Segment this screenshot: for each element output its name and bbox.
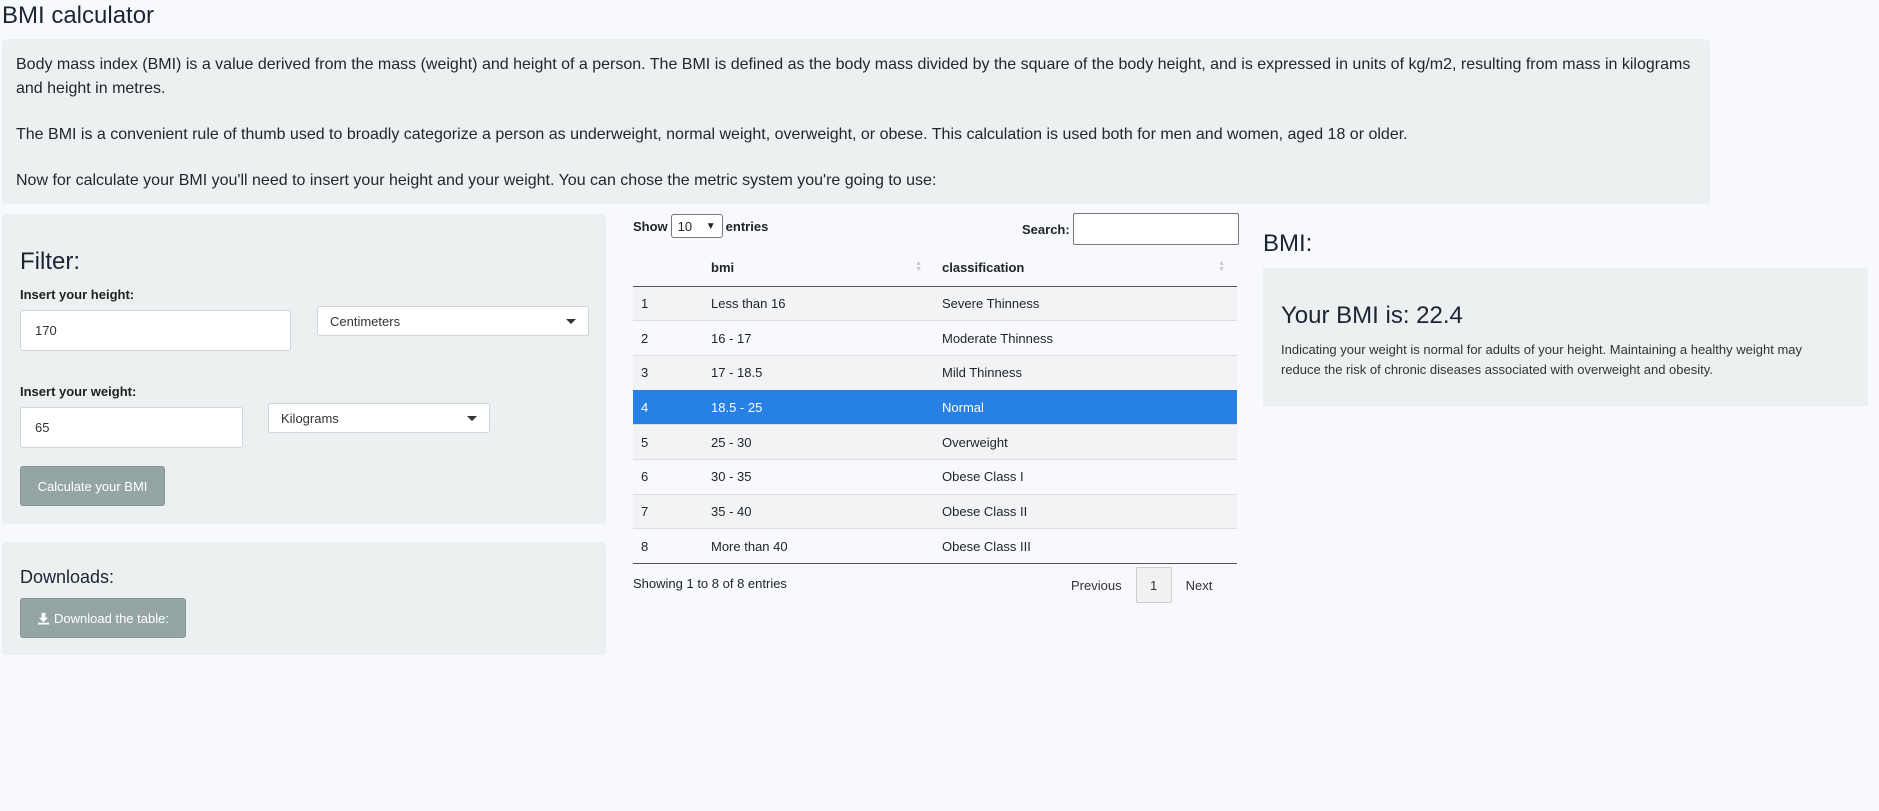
- page-title: BMI calculator: [2, 2, 155, 29]
- row-index: 4: [633, 389, 703, 425]
- page-length-value: 10: [677, 218, 693, 234]
- row-classification: Overweight: [934, 424, 1237, 460]
- bmi-section-title: BMI:: [1263, 230, 1313, 257]
- height-input[interactable]: 170: [20, 310, 291, 351]
- row-classification: Normal: [934, 389, 1237, 425]
- intro-panel: Body mass index (BMI) is a value derived…: [2, 39, 1710, 204]
- bmi-result-description: Indicating your weight is normal for adu…: [1281, 342, 1803, 377]
- row-index: 7: [633, 493, 703, 529]
- height-label: Insert your height:: [20, 287, 135, 302]
- table-row[interactable]: 8 More than 40 Obese Class III: [633, 528, 1237, 564]
- intro-paragraph: Now for calculate your BMI you'll need t…: [16, 172, 937, 189]
- table-length-control: Show 10 ▼ entries: [633, 214, 768, 238]
- page-1-button[interactable]: 1: [1135, 567, 1172, 603]
- column-header-index: [633, 250, 703, 287]
- download-icon: [37, 612, 50, 625]
- search-label: Search:: [1022, 221, 1070, 237]
- row-index: 1: [633, 285, 703, 321]
- row-index: 2: [633, 320, 703, 356]
- column-header-classification[interactable]: classification ▲ ▼: [934, 250, 1237, 287]
- entries-label: entries: [725, 218, 769, 234]
- row-classification: Severe Thinness: [934, 285, 1237, 321]
- downloads-panel: Downloads: Download the table:: [2, 542, 606, 655]
- bmi-table: bmi ▲ ▼ classification ▲ ▼ 1 Less than 16 …: [633, 250, 1237, 564]
- row-bmi: 17 - 18.5: [703, 354, 934, 391]
- row-classification: Obese Class III: [934, 528, 1237, 564]
- table-row[interactable]: 2 16 - 17 Moderate Thinness: [633, 320, 1237, 356]
- caret-down-icon: [566, 318, 576, 324]
- row-bmi: Less than 16: [703, 285, 934, 321]
- column-header-label: classification: [942, 260, 1025, 276]
- row-classification: Obese Class II: [934, 493, 1237, 529]
- row-index: 5: [633, 424, 703, 460]
- pagination: Previous 1 Next: [1063, 567, 1220, 603]
- search-input[interactable]: [1072, 213, 1239, 245]
- weight-input[interactable]: 65: [20, 407, 243, 448]
- filter-panel: Filter: Insert your height: 170 Centimet…: [2, 214, 606, 524]
- height-unit-select[interactable]: Centimeters: [317, 306, 589, 336]
- chevron-down-icon: ▼: [705, 220, 716, 232]
- next-page-button[interactable]: Next: [1178, 567, 1221, 603]
- sort-icon: ▲ ▼: [915, 260, 922, 273]
- bmi-result-panel: Your BMI is: 22.4 Indicating your weight…: [1263, 268, 1868, 406]
- row-index: 8: [633, 528, 703, 564]
- calculate-button[interactable]: Calculate your BMI: [20, 466, 165, 506]
- table-info: Showing 1 to 8 of 8 entries: [633, 576, 787, 591]
- weight-unit-select[interactable]: Kilograms: [268, 403, 490, 433]
- table-row[interactable]: 7 35 - 40 Obese Class II: [633, 493, 1237, 529]
- weight-unit-value: Kilograms: [281, 410, 339, 426]
- row-bmi: 18.5 - 25: [703, 389, 934, 425]
- column-header-label: bmi: [711, 260, 735, 276]
- column-header-bmi[interactable]: bmi ▲ ▼: [703, 250, 934, 287]
- weight-label: Insert your weight:: [20, 384, 137, 399]
- table-row[interactable]: 1 Less than 16 Severe Thinness: [633, 285, 1237, 321]
- sort-icon: ▲ ▼: [1218, 260, 1225, 273]
- downloads-title: Downloads:: [20, 567, 115, 587]
- filter-title: Filter:: [20, 248, 80, 275]
- row-bmi: 16 - 17: [703, 320, 934, 356]
- row-bmi: More than 40: [703, 528, 934, 564]
- table-row[interactable]: 3 17 - 18.5 Mild Thinness: [633, 354, 1237, 391]
- bmi-result-value: Your BMI is: 22.4: [1281, 302, 1463, 329]
- show-label: Show: [633, 218, 668, 234]
- row-index: 6: [633, 458, 703, 495]
- previous-page-button[interactable]: Previous: [1063, 567, 1130, 603]
- table-header-row: bmi ▲ ▼ classification ▲ ▼: [633, 250, 1237, 287]
- row-bmi: 25 - 30: [703, 424, 934, 460]
- intro-paragraph: Body mass index (BMI) is a value derived…: [16, 56, 1691, 97]
- table-row-selected[interactable]: 4 18.5 - 25 Normal: [633, 389, 1237, 425]
- caret-down-icon: [467, 415, 477, 421]
- row-classification: Mild Thinness: [934, 354, 1237, 391]
- download-button-label: Download the table:: [54, 610, 169, 626]
- table-row[interactable]: 6 30 - 35 Obese Class I: [633, 458, 1237, 495]
- row-index: 3: [633, 354, 703, 391]
- row-bmi: 35 - 40: [703, 493, 934, 529]
- download-button[interactable]: Download the table:: [20, 598, 186, 638]
- table-search-control: Search:: [1022, 213, 1239, 245]
- intro-paragraph: The BMI is a convenient rule of thumb us…: [16, 126, 1408, 143]
- page-length-select[interactable]: 10 ▼: [670, 214, 723, 238]
- height-unit-value: Centimeters: [330, 313, 401, 329]
- row-classification: Obese Class I: [934, 458, 1237, 495]
- row-bmi: 30 - 35: [703, 458, 934, 495]
- table-row[interactable]: 5 25 - 30 Overweight: [633, 424, 1237, 460]
- row-classification: Moderate Thinness: [934, 320, 1237, 356]
